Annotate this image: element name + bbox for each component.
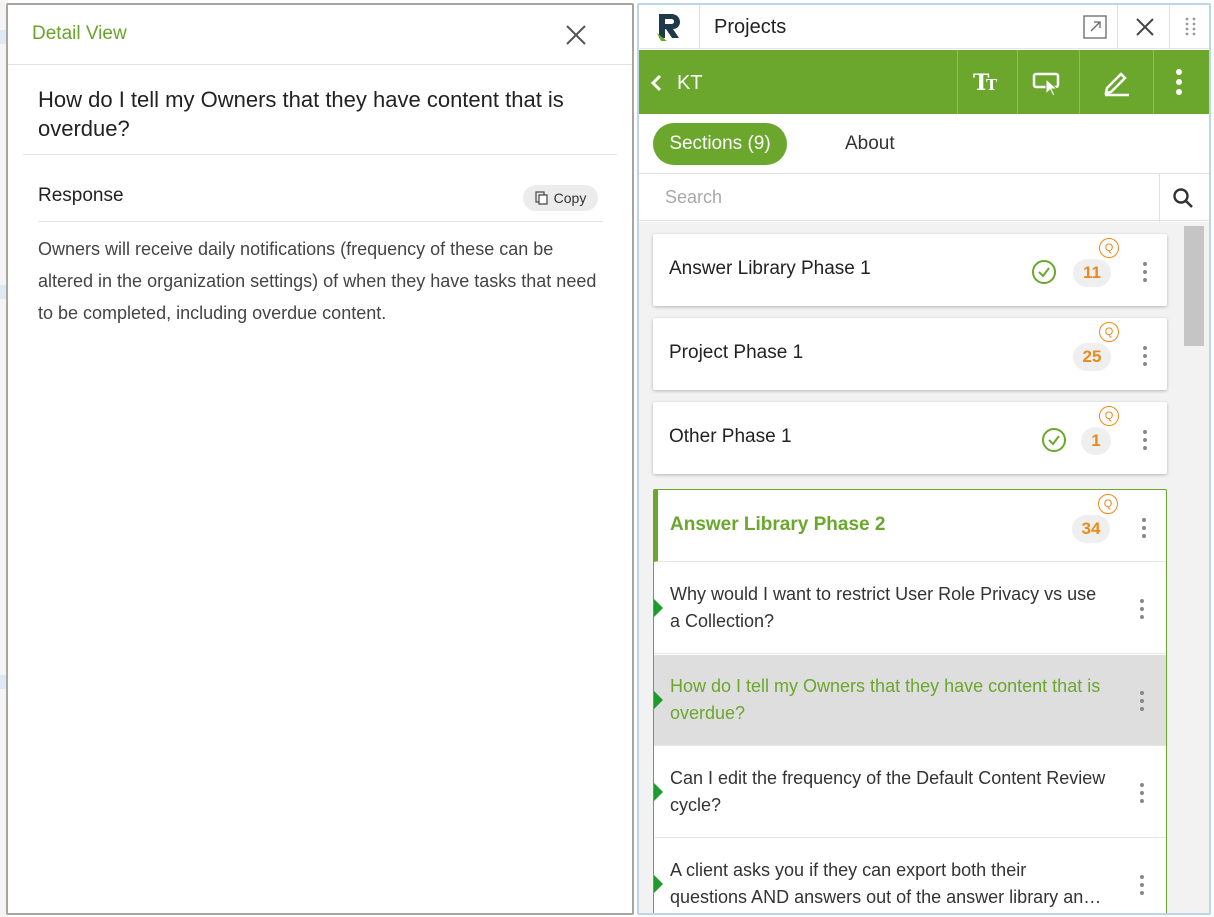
question-row-selected[interactable]: How do I tell my Owners that they have c… bbox=[654, 655, 1166, 746]
response-text: Owners will receive daily notifications … bbox=[38, 239, 597, 323]
section-card[interactable]: Project Phase 1 Q 25 bbox=[653, 318, 1167, 390]
section-card[interactable]: Answer Library Phase 1 Q 11 bbox=[653, 234, 1167, 306]
question-text: Can I edit the frequency of the Default … bbox=[670, 768, 1106, 815]
expanded-section: Answer Library Phase 2 Q 34 Why would I … bbox=[653, 489, 1167, 913]
section-header[interactable]: Answer Library Phase 2 Q 34 bbox=[654, 490, 1166, 562]
svg-text:T: T bbox=[986, 76, 998, 94]
divider bbox=[957, 50, 958, 114]
check-circle-icon bbox=[1042, 428, 1066, 452]
search-icon[interactable] bbox=[1171, 186, 1195, 210]
question-count-badge: 25 bbox=[1073, 343, 1111, 371]
search-input[interactable] bbox=[641, 175, 1159, 219]
divider bbox=[1153, 50, 1154, 114]
status-marker bbox=[654, 783, 663, 801]
section-card[interactable]: Other Phase 1 Q 1 bbox=[653, 402, 1167, 474]
question-count-icon: Q bbox=[1098, 494, 1118, 514]
more-vertical-icon[interactable] bbox=[1163, 66, 1195, 98]
more-vertical-icon[interactable] bbox=[1134, 689, 1150, 713]
question-row[interactable]: Why would I want to restrict User Role P… bbox=[654, 563, 1166, 654]
project-toolbar: KT T T bbox=[639, 50, 1209, 114]
question-heading: How do I tell my Owners that they have c… bbox=[38, 87, 564, 141]
detail-view-panel: Detail View How do I tell my Owners that… bbox=[6, 3, 634, 915]
status-marker bbox=[654, 599, 663, 617]
section-title: Other Phase 1 bbox=[669, 426, 792, 447]
copy-icon bbox=[535, 191, 548, 205]
divider bbox=[699, 5, 700, 49]
drag-handle-icon[interactable] bbox=[1177, 13, 1205, 41]
popout-icon[interactable] bbox=[1081, 13, 1109, 41]
scrollbar-thumb[interactable] bbox=[1184, 226, 1204, 346]
detail-view-title: Detail View bbox=[32, 23, 127, 44]
question-text: Why would I want to restrict User Role P… bbox=[670, 584, 1097, 631]
more-vertical-icon[interactable] bbox=[1134, 781, 1150, 805]
edit-icon[interactable] bbox=[1101, 66, 1133, 98]
section-tabs: Sections (9) About bbox=[639, 115, 1209, 173]
project-name: KT bbox=[677, 71, 703, 94]
divider bbox=[1159, 174, 1160, 222]
search-bar bbox=[639, 173, 1209, 222]
back-button[interactable]: KT bbox=[649, 68, 719, 98]
divider bbox=[1169, 5, 1170, 49]
question-count-badge: 34 bbox=[1072, 515, 1110, 543]
question-row[interactable]: Can I edit the frequency of the Default … bbox=[654, 747, 1166, 838]
question-text-line: questions AND answers out of the answer … bbox=[670, 887, 1110, 907]
divider bbox=[38, 221, 603, 222]
section-title: Answer Library Phase 1 bbox=[669, 258, 871, 279]
question-row[interactable]: A client asks you if they can export bot… bbox=[654, 839, 1166, 913]
scrollbar[interactable] bbox=[1184, 226, 1204, 913]
detail-header: Detail View bbox=[8, 5, 632, 65]
more-vertical-icon[interactable] bbox=[1137, 260, 1153, 284]
question-text: A client asks you if they can export bot… bbox=[670, 857, 1110, 911]
question-count-badge: 1 bbox=[1081, 427, 1111, 455]
question-count-icon: Q bbox=[1099, 322, 1119, 342]
projects-panel: Projects KT T T Sections (9) About Searc… bbox=[637, 3, 1211, 915]
divider bbox=[23, 154, 617, 155]
question-text: How do I tell my Owners that they have c… bbox=[670, 676, 1101, 723]
select-icon[interactable] bbox=[1031, 66, 1063, 98]
divider bbox=[1117, 5, 1118, 49]
more-vertical-icon[interactable] bbox=[1136, 516, 1152, 540]
section-title: Answer Library Phase 2 bbox=[670, 514, 886, 535]
more-vertical-icon[interactable] bbox=[1134, 873, 1150, 897]
check-circle-icon bbox=[1032, 260, 1056, 284]
section-title: Project Phase 1 bbox=[669, 342, 804, 363]
tab-sections[interactable]: Sections (9) bbox=[653, 123, 787, 165]
response-label: Response bbox=[38, 185, 124, 206]
logo-icon bbox=[653, 11, 685, 43]
question-count-badge: 11 bbox=[1073, 259, 1111, 287]
question-text-line: A client asks you if they can export bot… bbox=[670, 860, 1027, 880]
more-vertical-icon[interactable] bbox=[1137, 428, 1153, 452]
panel-topbar: Projects bbox=[639, 5, 1209, 49]
divider bbox=[1079, 50, 1080, 114]
question-count-icon: Q bbox=[1099, 406, 1119, 426]
more-vertical-icon[interactable] bbox=[1137, 344, 1153, 368]
status-marker bbox=[654, 875, 663, 893]
app-title: Projects bbox=[714, 16, 787, 38]
copy-button[interactable]: Copy bbox=[523, 185, 598, 211]
chevron-left-icon bbox=[650, 74, 662, 92]
close-icon[interactable] bbox=[560, 19, 592, 51]
copy-label: Copy bbox=[553, 190, 587, 206]
close-panel-icon[interactable] bbox=[1131, 13, 1159, 41]
status-marker bbox=[654, 691, 663, 709]
sections-list[interactable]: Answer Library Phase 1 Q 11 Project Phas… bbox=[639, 222, 1209, 913]
question-count-icon: Q bbox=[1099, 238, 1119, 258]
tab-about[interactable]: About bbox=[845, 133, 895, 155]
text-size-icon[interactable]: T T bbox=[971, 66, 1003, 98]
more-vertical-icon[interactable] bbox=[1134, 597, 1150, 621]
divider bbox=[1017, 50, 1018, 114]
